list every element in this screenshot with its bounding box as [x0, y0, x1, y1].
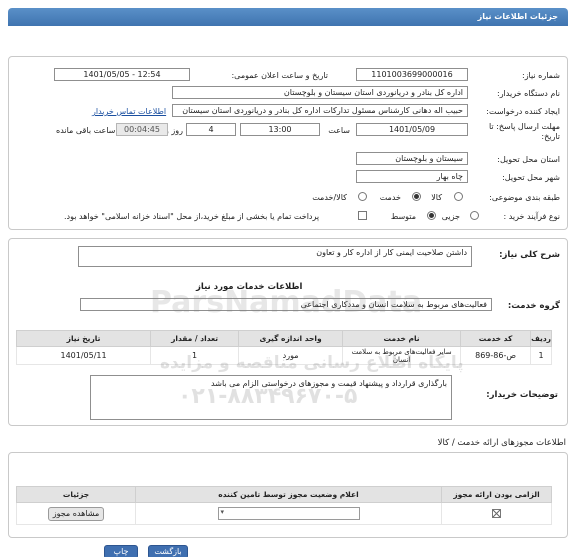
- process-radio-medium[interactable]: [427, 211, 436, 220]
- cross-icon: [492, 509, 501, 518]
- back-button[interactable]: بازگشت: [148, 545, 188, 557]
- buyer-notes-label: توضیحات خریدار:: [486, 390, 558, 400]
- creator-label: ایجاد کننده درخواست:: [486, 107, 560, 116]
- permit-status-select[interactable]: ▾: [217, 507, 360, 520]
- cell-status: ▾: [135, 502, 442, 525]
- process-option-minor: جزیی: [441, 212, 460, 221]
- buyer-org-label: نام دستگاه خریدار:: [497, 89, 560, 98]
- remaining-time-label: ساعت باقی مانده: [56, 126, 116, 135]
- buyer-notes-field: بارگذاری قرارداد و پیشنهاد قیمت و مجوزها…: [90, 375, 452, 420]
- page-header: جزئیات اطلاعات نیاز: [8, 8, 568, 26]
- view-permit-button[interactable]: مشاهده مجوز: [48, 506, 104, 521]
- buyer-org-field: اداره کل بنادر و دریانوردی استان سیستان …: [172, 86, 468, 99]
- cell-unit: مورد: [238, 346, 344, 365]
- cell-code: ص-86-869: [460, 346, 532, 365]
- col-header-required: الزامی بودن ارائه مجوز: [441, 486, 552, 503]
- services-section-title: اطلاعات خدمات مورد نیاز: [196, 282, 303, 292]
- col-header-row: ردیف: [530, 330, 552, 347]
- service-group-label: گروه خدمت:: [507, 301, 560, 311]
- services-table-header: ردیف کد خدمت نام خدمت واحد اندازه گیری ت…: [15, 330, 552, 347]
- delivery-province-label: استان محل تحویل:: [497, 155, 560, 164]
- need-info-panel: [8, 56, 568, 230]
- process-label: نوع فرآیند خرید :: [503, 212, 560, 221]
- cell-row: 1: [530, 346, 552, 365]
- col-header-details: جزئیات: [16, 486, 136, 503]
- delivery-province-field: سیستان و بلوچستان: [356, 152, 468, 165]
- days-remaining-field: 4: [186, 123, 236, 136]
- category-option-service: خدمت: [379, 193, 401, 202]
- process-option-medium: متوسط: [390, 212, 416, 221]
- permits-table-header: الزامی بودن ارائه مجوز اعلام وضعیت مجوز …: [16, 486, 552, 503]
- table-row: ▾ مشاهده مجوز: [16, 502, 552, 525]
- creator-field: حبیب اله دهانی کارشناس مسئول تدارکات ادا…: [172, 104, 468, 117]
- services-table: ردیف کد خدمت نام خدمت واحد اندازه گیری ت…: [15, 330, 552, 365]
- category-label: طبقه بندی موضوعی:: [489, 193, 560, 202]
- treasury-payment-checkbox[interactable]: [358, 211, 367, 220]
- col-header-date: تاریخ نیاز: [15, 330, 152, 347]
- category-option-goods: کالا: [431, 193, 442, 202]
- deadline-date-field: 1401/05/09: [356, 123, 468, 136]
- page-title: جزئیات اطلاعات نیاز: [477, 12, 558, 21]
- category-radio-goods-service[interactable]: [358, 192, 367, 201]
- need-number-field: 1101003699000016: [356, 68, 468, 81]
- delivery-city-label: شهر محل تحویل:: [502, 173, 560, 182]
- cell-details: مشاهده مجوز: [16, 502, 136, 525]
- category-radio-service[interactable]: [412, 192, 421, 201]
- deadline-label: مهلت ارسال پاسخ: تا: [488, 122, 560, 131]
- col-header-status: اعلام وضعیت مجوز توسط تامین کننده: [135, 486, 442, 503]
- col-header-quantity: تعداد / مقدار: [150, 330, 240, 347]
- deadline-label-date: تاریخ:: [541, 132, 560, 141]
- permits-section-title: اطلاعات مجوزهای ارائه خدمت / کالا: [437, 438, 566, 448]
- col-header-name: نام خدمت: [342, 330, 462, 347]
- permits-table: الزامی بودن ارائه مجوز اعلام وضعیت مجوز …: [16, 486, 552, 525]
- remaining-time-field: 00:04:45: [116, 123, 168, 136]
- service-group-field: فعالیت‌های مربوط به سلامت انسان و مددکار…: [80, 298, 492, 311]
- deadline-time-field: 13:00: [240, 123, 320, 136]
- process-radio-minor[interactable]: [470, 211, 479, 220]
- need-summary-field: داشتن صلاحیت ایمنی کار از اداره کار و تع…: [78, 246, 472, 267]
- cell-required: [441, 502, 552, 525]
- announce-date-label: تاریخ و ساعت اعلان عمومی:: [231, 71, 328, 80]
- print-button[interactable]: چاپ: [104, 545, 138, 557]
- deadline-time-label: ساعت: [328, 126, 350, 135]
- table-row: 1 ص-86-869 سایر فعالیت‌های مربوط به سلام…: [15, 346, 552, 365]
- need-number-label: شماره نیاز:: [522, 71, 560, 80]
- delivery-city-field: چاه بهار: [356, 170, 468, 183]
- category-radio-goods[interactable]: [454, 192, 463, 201]
- category-option-goods-service: کالا/خدمت: [312, 193, 347, 202]
- treasury-payment-note: پرداخت تمام یا بخشی از مبلغ خرید،از محل …: [64, 212, 320, 221]
- chevron-down-icon: ▾: [220, 508, 225, 516]
- col-header-unit: واحد اندازه گیری: [238, 330, 344, 347]
- need-summary-label: شرح کلی نیاز:: [499, 250, 560, 260]
- cell-name: سایر فعالیت‌های مربوط به سلامت انسان: [342, 346, 462, 365]
- buyer-contact-link[interactable]: اطلاعات تماس خریدار: [92, 107, 166, 116]
- cell-date: 1401/05/11: [15, 346, 152, 365]
- col-header-code: کد خدمت: [460, 330, 532, 347]
- cell-quantity: 1: [150, 346, 240, 365]
- permit-required-checkbox: [492, 509, 501, 518]
- announce-date-field: 1401/05/05 - 12:54: [54, 68, 190, 81]
